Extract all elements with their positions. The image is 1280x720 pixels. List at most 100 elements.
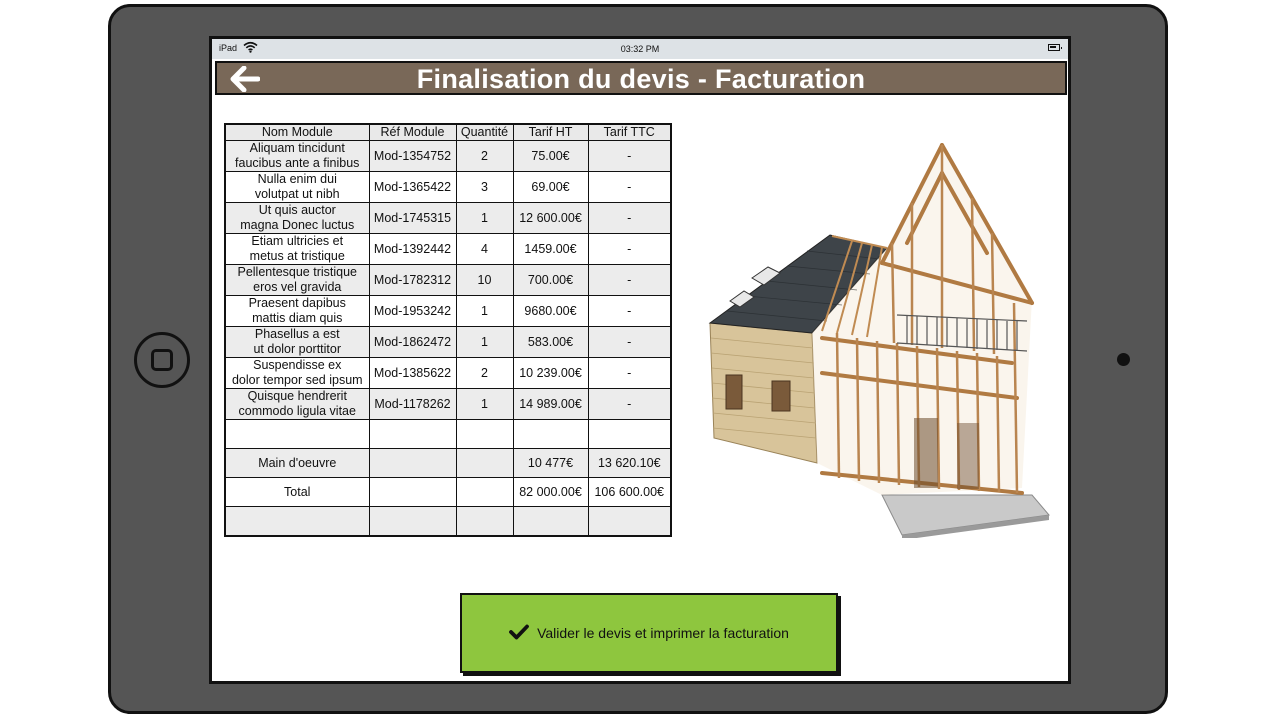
module-name-line2: dolor tempor sed ipsum xyxy=(231,373,363,387)
module-name-line2: ut dolor porttitor xyxy=(253,342,342,356)
module-name-line2: faucibus ante a finibus xyxy=(235,156,360,170)
title-bar: Finalisation du devis - Facturation xyxy=(215,61,1067,95)
table-row[interactable]: Quisque hendrerit commodo ligula vitae Mo… xyxy=(224,388,672,420)
cell-module-name: Praesent dapibus mattis diam quis xyxy=(224,295,370,327)
module-name-line1: Etiam ultricies et xyxy=(251,234,344,249)
cell-module-name: Aliquam tincidunt faucibus ante a finibus xyxy=(224,140,370,172)
cell-module-name: Pellentesque tristique eros vel gravida xyxy=(224,264,370,296)
column-header-ht: Tarif HT xyxy=(512,123,589,141)
empty-cell xyxy=(455,506,514,537)
cell-ref: Mod-1953242 xyxy=(368,295,457,327)
empty-cell xyxy=(368,506,457,537)
cell-price-ht: 583.00€ xyxy=(512,326,589,358)
total-label: Total xyxy=(224,477,370,507)
cell-ref: Mod-1862472 xyxy=(368,326,457,358)
cell-qty: 1 xyxy=(455,202,514,234)
cell-qty: 2 xyxy=(455,140,514,172)
table-row[interactable]: Etiam ultricies et metus at tristique Mod… xyxy=(224,233,672,265)
cell-qty: 2 xyxy=(455,357,514,389)
cell-ref: Mod-1178262 xyxy=(368,388,457,420)
cell-module-name: Etiam ultricies et metus at tristique xyxy=(224,233,370,265)
cell-price-ttc: - xyxy=(587,326,672,358)
cell-ref: Mod-1392442 xyxy=(368,233,457,265)
module-name-line1: Quisque hendrerit xyxy=(247,389,347,404)
empty-cell xyxy=(224,506,370,537)
home-button-square-icon xyxy=(151,349,173,371)
cell-price-ht: 14 989.00€ xyxy=(512,388,589,420)
table-row-empty xyxy=(224,506,672,537)
module-name-line2: metus at tristique xyxy=(249,249,345,263)
cell-ref: Mod-1385622 xyxy=(368,357,457,389)
cell-price-ht: 10 239.00€ xyxy=(512,357,589,389)
empty-cell xyxy=(368,419,457,449)
empty-cell xyxy=(368,448,457,478)
cell-price-ht: 1459.00€ xyxy=(512,233,589,265)
cell-price-ttc: - xyxy=(587,388,672,420)
module-name-line2: mattis diam quis xyxy=(252,311,343,325)
module-name-line2: commodo ligula vitae xyxy=(238,404,356,418)
empty-cell xyxy=(587,506,672,537)
cell-price-ttc: - xyxy=(587,295,672,327)
empty-cell xyxy=(512,506,589,537)
cell-qty: 3 xyxy=(455,171,514,203)
column-header-qty: Quantité xyxy=(455,123,514,141)
cell-price-ht: 700.00€ xyxy=(512,264,589,296)
house-frame-image xyxy=(702,143,1052,543)
cell-price-ttc: - xyxy=(587,357,672,389)
module-name-line1: Aliquam tincidunt xyxy=(249,141,345,156)
module-name-line1: Ut quis auctor xyxy=(258,203,336,218)
battery-icon xyxy=(1048,44,1062,51)
table-row[interactable]: Nulla enim dui volutpat ut nibh Mod-13654… xyxy=(224,171,672,203)
table-row[interactable]: Aliquam tincidunt faucibus ante a finibus… xyxy=(224,140,672,172)
cell-ref: Mod-1745315 xyxy=(368,202,457,234)
cell-price-ttc: - xyxy=(587,264,672,296)
labor-price-ht: 10 477€ xyxy=(512,448,589,478)
empty-cell xyxy=(587,419,672,449)
camera-dot xyxy=(1117,353,1130,366)
table-header-row: Nom Module Réf Module Quantité Tarif HT … xyxy=(224,123,672,141)
cell-price-ht: 75.00€ xyxy=(512,140,589,172)
module-name-line2: magna Donec luctus xyxy=(240,218,355,232)
cell-ref: Mod-1782312 xyxy=(368,264,457,296)
total-row: Total 82 000.00€ 106 600.00€ xyxy=(224,477,672,507)
column-header-ttc: Tarif TTC xyxy=(587,123,672,141)
column-header-name: Nom Module xyxy=(224,123,370,141)
quote-table: Nom Module Réf Module Quantité Tarif HT … xyxy=(224,123,672,537)
cell-module-name: Ut quis auctor magna Donec luctus xyxy=(224,202,370,234)
table-row[interactable]: Praesent dapibus mattis diam quis Mod-195… xyxy=(224,295,672,327)
labor-label: Main d'oeuvre xyxy=(224,448,370,478)
empty-cell xyxy=(455,448,514,478)
cell-ref: Mod-1354752 xyxy=(368,140,457,172)
tablet-screen: iPad 03:32 PM Finalisation du devis - Fa… xyxy=(209,36,1071,684)
cell-qty: 4 xyxy=(455,233,514,265)
table-row[interactable]: Pellentesque tristique eros vel gravida M… xyxy=(224,264,672,296)
cell-price-ttc: - xyxy=(587,233,672,265)
module-name-line1: Praesent dapibus xyxy=(248,296,346,311)
validate-print-button[interactable]: Valider le devis et imprimer la facturat… xyxy=(460,593,838,673)
empty-cell xyxy=(455,419,514,449)
cell-price-ht: 9680.00€ xyxy=(512,295,589,327)
cell-price-ttc: - xyxy=(587,171,672,203)
cell-price-ttc: - xyxy=(587,140,672,172)
cell-price-ht: 69.00€ xyxy=(512,171,589,203)
empty-cell xyxy=(512,419,589,449)
cell-module-name: Suspendisse ex dolor tempor sed ipsum xyxy=(224,357,370,389)
table-row-empty xyxy=(224,419,672,449)
checkmark-icon xyxy=(509,624,529,643)
module-name-line1: Suspendisse ex xyxy=(253,358,342,373)
table-row[interactable]: Suspendisse ex dolor tempor sed ipsum Mod… xyxy=(224,357,672,389)
cell-module-name: Phasellus a est ut dolor porttitor xyxy=(224,326,370,358)
validate-print-label: Valider le devis et imprimer la facturat… xyxy=(537,625,789,641)
column-header-ref: Réf Module xyxy=(368,123,457,141)
module-name-line1: Nulla enim dui xyxy=(257,172,337,187)
table-row[interactable]: Ut quis auctor magna Donec luctus Mod-174… xyxy=(224,202,672,234)
status-time: 03:32 PM xyxy=(620,44,660,54)
table-row[interactable]: Phasellus a est ut dolor porttitor Mod-18… xyxy=(224,326,672,358)
status-bar: iPad 03:32 PM xyxy=(212,39,1068,59)
total-price-ttc: 106 600.00€ xyxy=(587,477,672,507)
empty-cell xyxy=(455,477,514,507)
cell-price-ht: 12 600.00€ xyxy=(512,202,589,234)
home-button[interactable] xyxy=(134,332,190,388)
module-name-line1: Phasellus a est xyxy=(254,327,340,342)
total-price-ht: 82 000.00€ xyxy=(512,477,589,507)
